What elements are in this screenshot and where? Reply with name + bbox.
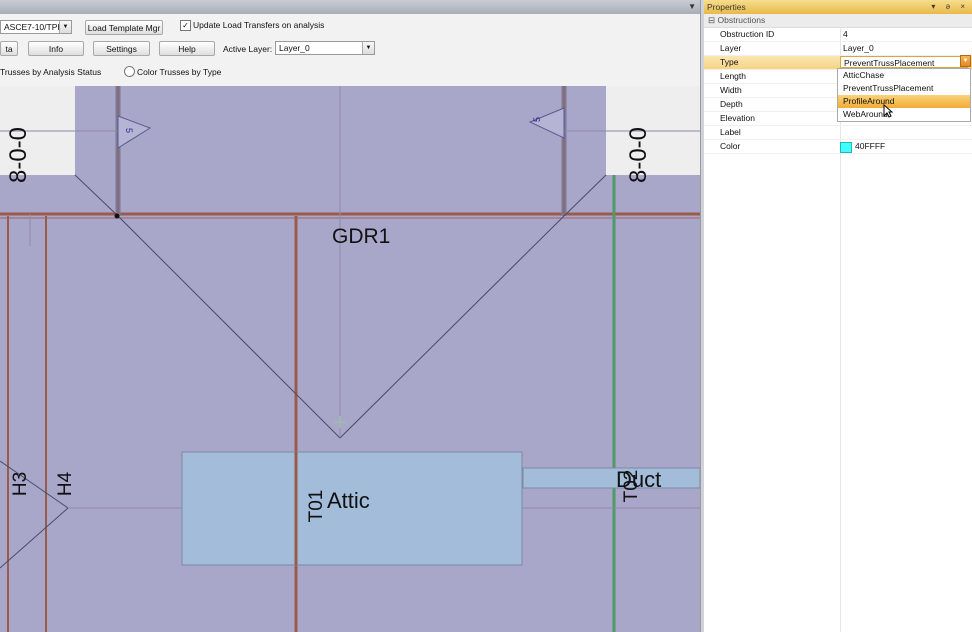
- type-option-attic-chase[interactable]: AtticChase: [838, 69, 970, 82]
- drawing-canvas[interactable]: 5 5 8-0-0 8-0-0 GDR1 H3 H4 T01 T02 Attic…: [0, 86, 700, 632]
- color-swatch[interactable]: [840, 142, 852, 153]
- property-name: Elevation: [720, 113, 755, 123]
- property-name: Layer: [720, 43, 742, 53]
- attic-label: Attic: [327, 488, 370, 513]
- category-obstructions[interactable]: ⊟ Obstructions: [704, 14, 972, 28]
- toolbar: ASCE7-10/TPI-2( ▼ Load Template Mgr ✓ Up…: [0, 14, 702, 87]
- property-value[interactable]: 4: [843, 28, 848, 41]
- type-value-editor[interactable]: PreventTrussPlacement: [840, 56, 968, 68]
- type-option-web-around[interactable]: WebAround: [838, 108, 970, 121]
- mouse-cursor-icon: [883, 104, 893, 118]
- property-row-color[interactable]: Color 40FFFF: [704, 140, 972, 154]
- settings-button[interactable]: Settings: [93, 41, 150, 56]
- help-button[interactable]: Help: [159, 41, 215, 56]
- property-row-layer[interactable]: Layer Layer_0: [704, 42, 972, 56]
- h4-label: H4: [55, 471, 76, 496]
- property-name: Obstruction ID: [720, 29, 775, 39]
- property-name: Type: [720, 57, 739, 67]
- update-transfers-label: Update Load Transfers on analysis: [193, 20, 325, 30]
- properties-title: Properties: [707, 2, 746, 12]
- dimension-label-right: 8-0-0: [625, 127, 652, 183]
- collapse-icon[interactable]: ⊟: [708, 15, 715, 25]
- h3-label: H3: [10, 472, 31, 496]
- chevron-down-icon[interactable]: ▼: [960, 55, 971, 67]
- property-name: Color: [720, 141, 741, 151]
- type-dropdown-list[interactable]: AtticChase PreventTrussPlacement Profile…: [837, 68, 971, 122]
- design-code-combo[interactable]: ASCE7-10/TPI-2( ▼: [0, 20, 72, 34]
- property-name: Depth: [720, 99, 743, 109]
- update-transfers-checkbox[interactable]: ✓: [180, 20, 191, 31]
- active-layer-label: Active Layer:: [223, 44, 273, 54]
- chevron-down-icon[interactable]: ▼: [59, 21, 71, 33]
- duct-label: Duct: [616, 467, 661, 492]
- property-row-label[interactable]: Label: [704, 126, 972, 140]
- load-template-mgr-button[interactable]: Load Template Mgr: [85, 20, 163, 35]
- chevron-down-icon[interactable]: ▼: [362, 42, 374, 54]
- property-name: Label: [720, 127, 741, 137]
- pin-close-icon[interactable]: ▾ ə ×: [931, 0, 969, 14]
- property-value[interactable]: 40FFFF: [855, 140, 885, 153]
- dimension-label-left: 8-0-0: [5, 127, 32, 183]
- type-option-profile-around[interactable]: ProfileAround: [838, 95, 970, 108]
- truss-layout-drawing[interactable]: 5 5 8-0-0 8-0-0 GDR1 H3 H4 T01 T02 Attic…: [0, 86, 700, 632]
- info-button[interactable]: Info: [28, 41, 84, 56]
- properties-header: Properties ▾ ə ×: [704, 0, 972, 14]
- data-button[interactable]: ta: [0, 41, 18, 56]
- type-option-prevent-truss-placement[interactable]: PreventTrussPlacement: [838, 82, 970, 95]
- property-value[interactable]: Layer_0: [843, 42, 874, 55]
- color-by-type-label: Color Trusses by Type: [137, 67, 222, 77]
- girder-node-point[interactable]: [114, 213, 120, 219]
- property-name: Length: [720, 71, 746, 81]
- t01-label: T01: [306, 490, 327, 523]
- category-label: Obstructions: [717, 15, 766, 25]
- load-marker-right-label: 5: [532, 117, 542, 122]
- active-layer-combo[interactable]: Layer_0 ▼: [275, 41, 375, 55]
- property-name: Width: [720, 85, 742, 95]
- duct-obstruction[interactable]: [522, 467, 700, 489]
- active-layer-value: Layer_0: [279, 43, 310, 53]
- color-by-type-radio[interactable]: [124, 66, 135, 77]
- property-row-obstruction-id[interactable]: Obstruction ID 4: [704, 28, 972, 42]
- chevron-down-icon[interactable]: ▼: [688, 2, 696, 11]
- color-by-status-label: Trusses by Analysis Status: [0, 67, 102, 77]
- load-marker-left-label: 5: [124, 128, 134, 133]
- gdr1-label: GDR1: [332, 225, 390, 248]
- document-titlebar: ▼: [0, 0, 702, 14]
